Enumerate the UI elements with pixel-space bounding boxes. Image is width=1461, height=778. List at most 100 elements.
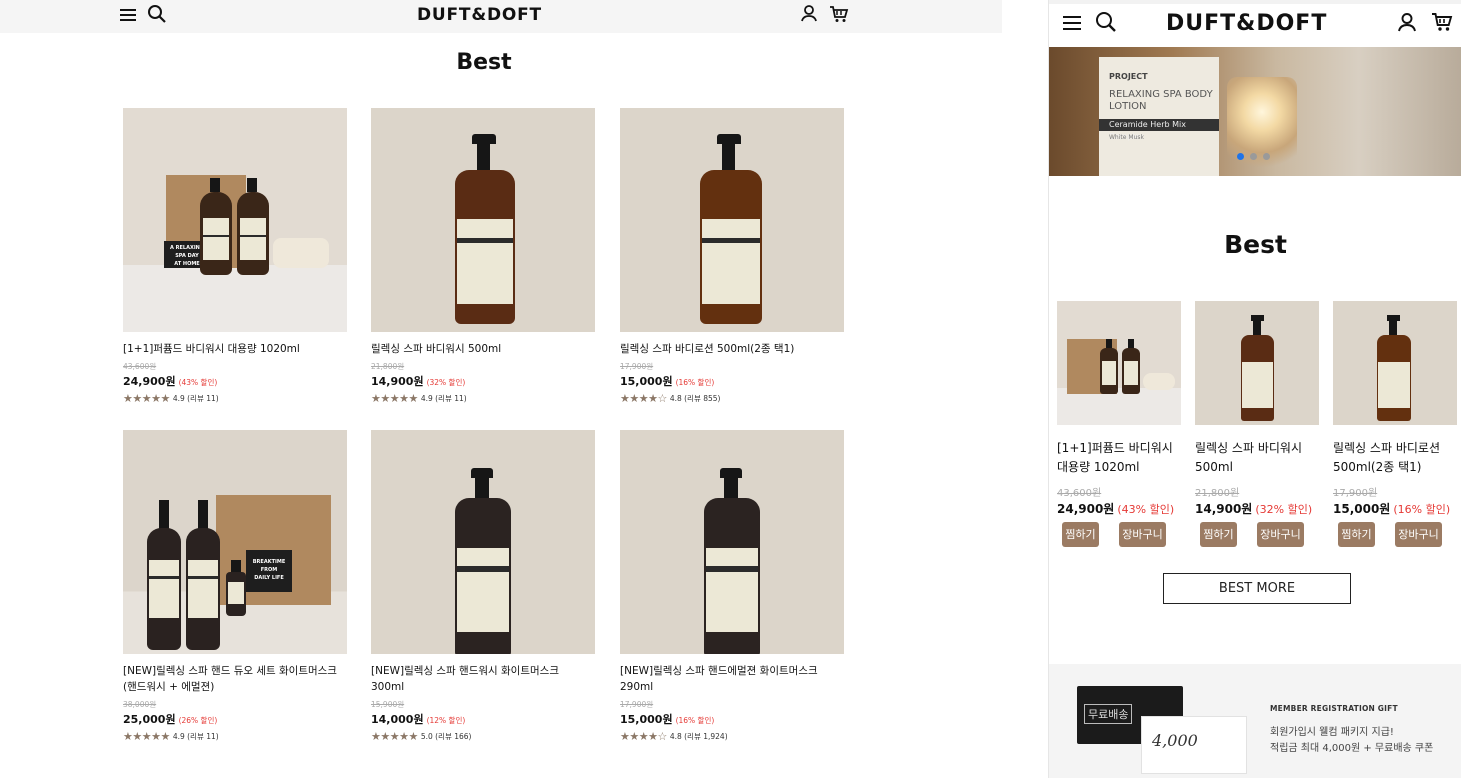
product-image[interactable]: [371, 430, 595, 654]
carousel-dots: [1237, 153, 1270, 160]
wishlist-button[interactable]: 찜하기: [1062, 522, 1099, 547]
wishlist-button[interactable]: 찜하기: [1338, 522, 1375, 547]
carousel-dot[interactable]: [1237, 153, 1244, 160]
hero-carousel[interactable]: PROJECT RELAXING SPA BODY LOTION Ceramid…: [1049, 47, 1461, 176]
product-card[interactable]: [NEW]릴렉싱 스파 핸드에멀젼 화이트머스크 290ml 17,900원 1…: [620, 430, 844, 743]
price-value: 14,900원: [371, 375, 424, 388]
add-to-cart-button[interactable]: 장바구니: [1395, 522, 1442, 547]
price-value: 15,000원: [620, 713, 673, 726]
best-more-button[interactable]: BEST MORE: [1163, 573, 1351, 604]
discount-badge: (16% 할인): [675, 716, 715, 725]
product-name[interactable]: [NEW]릴렉싱 스파 핸드워시 화이트머스크 300ml: [371, 663, 595, 695]
menu-icon[interactable]: [119, 6, 137, 28]
section-title: Best: [456, 50, 512, 75]
candle-image: [1227, 77, 1297, 176]
rating-text: 4.9 (리뷰 11): [420, 394, 467, 403]
cart-icon[interactable]: [1431, 12, 1453, 36]
discount-badge: (16% 할인): [675, 378, 715, 387]
product-image[interactable]: [1195, 301, 1319, 425]
discount-badge: (12% 할인): [426, 716, 466, 725]
price-value: 24,900원: [1057, 502, 1115, 516]
product-name[interactable]: [1+1]퍼퓸드 바디워시 대용량 1020ml: [123, 341, 347, 357]
rating-text: 4.8 (리뷰 855): [669, 394, 721, 403]
rating-text: 4.8 (리뷰 1,924): [669, 732, 728, 741]
product-card[interactable]: [1+1]퍼퓸드 바디워시 대용량 1020ml 43,600원 24,900원…: [1057, 301, 1181, 547]
rating-text: 4.9 (리뷰 11): [172, 732, 219, 741]
wishlist-button[interactable]: 찜하기: [1200, 522, 1237, 547]
cart-icon[interactable]: [829, 5, 849, 27]
discount-badge: (26% 할인): [178, 716, 218, 725]
product-image[interactable]: [1057, 301, 1181, 425]
carousel-dot[interactable]: [1250, 153, 1257, 160]
add-to-cart-button[interactable]: 장바구니: [1119, 522, 1166, 547]
product-name[interactable]: [1+1]퍼퓸드 바디워시 대용량 1020ml: [1057, 439, 1181, 477]
star-icons: ★★★★★: [371, 730, 418, 743]
sale-price: 15,000원 (16% 할인): [620, 711, 844, 727]
product-name[interactable]: 릴렉싱 스파 바디워시 500ml: [1195, 439, 1319, 477]
rating-text: 5.0 (리뷰 166): [420, 732, 472, 741]
product-actions: 찜하기 장바구니: [1195, 522, 1319, 547]
search-icon[interactable]: [1095, 11, 1117, 37]
product-image[interactable]: A RELAXING SPA DAY AT HOME: [123, 108, 347, 332]
product-image[interactable]: [1333, 301, 1457, 425]
product-name[interactable]: 릴렉싱 스파 바디워시 500ml: [371, 341, 595, 357]
member-gift-banner[interactable]: 무료배송 4,000 MEMBER REGISTRATION GIFT 회원가입…: [1049, 664, 1461, 778]
original-price: 38,000원: [123, 700, 157, 709]
carousel-dot[interactable]: [1263, 153, 1270, 160]
price-value: 25,000원: [123, 713, 176, 726]
menu-icon[interactable]: [1062, 14, 1082, 36]
price-value: 15,000원: [620, 375, 673, 388]
product-actions: 찜하기 장바구니: [1333, 522, 1457, 547]
discount-badge: (32% 할인): [426, 378, 466, 387]
mobile-header: DUFT&DOFT: [1049, 0, 1461, 47]
user-icon[interactable]: [1397, 12, 1417, 36]
product-card[interactable]: 릴렉싱 스파 바디워시 500ml 21,800원 14,900원 (32% 할인…: [1195, 301, 1319, 547]
product-name[interactable]: [NEW]릴렉싱 스파 핸드에멀젼 화이트머스크 290ml: [620, 663, 844, 695]
product-image[interactable]: [371, 108, 595, 332]
product-name[interactable]: 릴렉싱 스파 바디로션 500ml(2종 택1): [620, 341, 844, 357]
gift-line-1: 회원가입시 웰컴 패키지 지급!: [1270, 727, 1394, 738]
product-card[interactable]: 릴렉싱 스파 바디워시 500ml 21,800원 14,900원 (32% 할인…: [371, 108, 595, 405]
product-actions: 찜하기 장바구니: [1057, 522, 1181, 547]
original-price: 43,600원: [1057, 488, 1102, 499]
gift-heading: MEMBER REGISTRATION GIFT: [1270, 704, 1398, 713]
product-card[interactable]: [NEW]릴렉싱 스파 핸드워시 화이트머스크 300ml 15,900원 14…: [371, 430, 595, 743]
discount-badge: (43% 할인): [178, 378, 218, 387]
original-price: 17,900원: [620, 700, 654, 709]
product-card[interactable]: 릴렉싱 스파 바디로션 500ml(2종 택1) 17,900원 15,000원…: [1333, 301, 1457, 547]
points-card: 4,000: [1141, 716, 1247, 774]
rating: ★★★★★ 5.0 (리뷰 166): [371, 730, 595, 743]
product-name[interactable]: 릴렉싱 스파 바디로션 500ml(2종 택1): [1333, 439, 1457, 477]
rating: ★★★★★ 4.9 (리뷰 11): [371, 392, 595, 405]
price-value: 14,900원: [1195, 502, 1253, 516]
user-icon[interactable]: [800, 4, 818, 26]
hero-label-scent: White Musk: [1109, 134, 1144, 141]
sale-price: 14,900원 (32% 할인): [371, 373, 595, 389]
product-card[interactable]: BREAKTIME FROM DAILY LIFE [NEW]릴렉싱 스파 핸드 듀…: [123, 430, 347, 743]
hero-label-title: RELAXING SPA BODY LOTION: [1109, 89, 1213, 112]
hero-product-label: PROJECT RELAXING SPA BODY LOTION Ceramid…: [1099, 57, 1219, 176]
product-image[interactable]: [620, 430, 844, 654]
discount-badge: (16% 할인): [1393, 503, 1451, 516]
product-image[interactable]: BREAKTIME FROM DAILY LIFE: [123, 430, 347, 654]
star-icons: ★★★★★: [123, 730, 170, 743]
price-value: 14,000원: [371, 713, 424, 726]
search-icon[interactable]: [147, 4, 167, 28]
add-to-cart-button[interactable]: 장바구니: [1257, 522, 1304, 547]
product-card[interactable]: A RELAXING SPA DAY AT HOME [1+1]퍼퓸드 바디워시 대…: [123, 108, 347, 405]
brand-logo[interactable]: DUFT&DOFT: [417, 5, 542, 25]
free-shipping-text: 무료배송: [1084, 704, 1133, 724]
star-icons: ★★★★★: [371, 392, 418, 405]
star-icons: ★★★★★: [123, 392, 170, 405]
section-title: Best: [1224, 230, 1287, 259]
hero-label-brand: PROJECT: [1109, 72, 1148, 81]
product-image[interactable]: [620, 108, 844, 332]
brand-logo[interactable]: DUFT&DOFT: [1166, 11, 1327, 36]
hero-label-band: Ceramide Herb Mix Complex: [1099, 119, 1219, 141]
rating-text: 4.9 (리뷰 11): [172, 394, 219, 403]
original-price: 17,900원: [1333, 488, 1378, 499]
discount-badge: (43% 할인): [1117, 503, 1175, 516]
product-card[interactable]: 릴렉싱 스파 바디로션 500ml(2종 택1) 17,900원 15,000원…: [620, 108, 844, 405]
product-name[interactable]: [NEW]릴렉싱 스파 핸드 듀오 세트 화이트머스크(핸드워시 + 에멀젼): [123, 663, 347, 695]
star-icons: ★★★★☆: [620, 392, 667, 405]
